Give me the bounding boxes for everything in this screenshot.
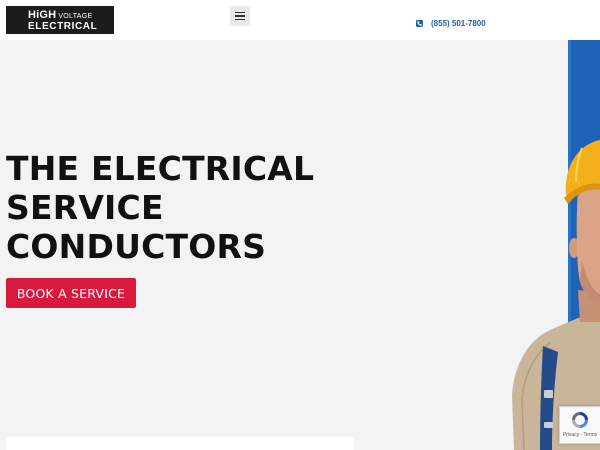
recaptcha-icon <box>572 412 588 428</box>
content-card <box>6 437 354 450</box>
book-a-service-button[interactable]: BOOK A SERVICE <box>6 278 136 308</box>
hero-title: THE ELECTRICAL SERVICE CONDUCTORS <box>6 149 314 266</box>
logo-high-text: HiGH <box>28 9 57 21</box>
hero-title-line: THE ELECTRICAL <box>6 149 315 188</box>
logo[interactable]: HiGH VOLTAGE ELECTRICAL <box>6 6 114 34</box>
logo-voltage-text: VOLTAGE <box>58 13 93 20</box>
phone-icon <box>416 19 423 27</box>
menu-bar <box>235 15 245 17</box>
menu-bar <box>235 18 245 21</box>
hero-title-line: SERVICE <box>6 188 164 227</box>
phone-number: (855) 501-7800 <box>431 18 486 28</box>
electrician-worker-photo <box>512 40 600 450</box>
menu-bar <box>235 11 245 14</box>
logo-top-row: HiGH VOLTAGE <box>28 10 114 21</box>
site-header: HiGH VOLTAGE ELECTRICAL (855) 501-7800 <box>0 0 600 40</box>
recaptcha-links: Privacy - Terms <box>562 432 598 438</box>
phone-link[interactable]: (855) 501-7800 <box>416 17 486 29</box>
recaptcha-badge[interactable]: Privacy - Terms <box>559 406 600 444</box>
hero-title-line: CONDUCTORS <box>6 227 267 266</box>
logo-electrical-text: ELECTRICAL <box>28 21 98 32</box>
hamburger-menu-icon[interactable] <box>230 6 250 26</box>
